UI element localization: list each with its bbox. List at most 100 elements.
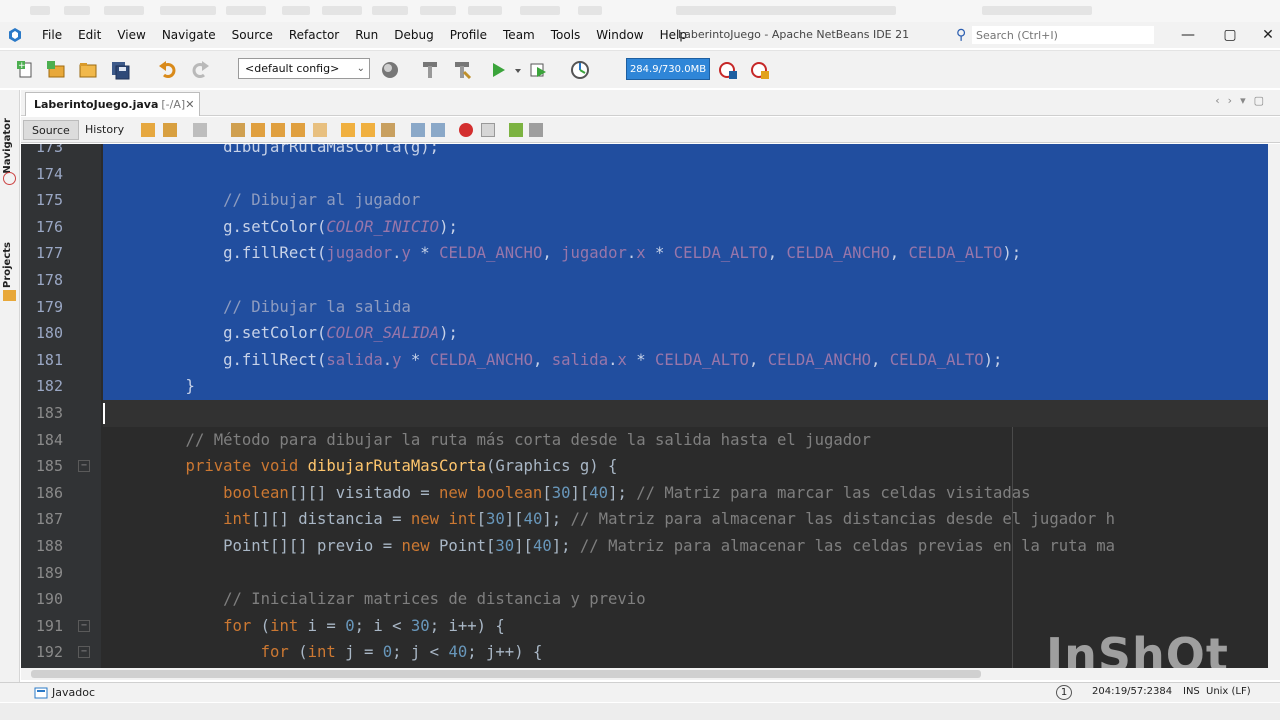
code-line[interactable]: 177 g.fillRect(jugador.y * CELDA_ANCHO, … <box>21 240 1268 267</box>
menu-debug[interactable]: Debug <box>386 22 441 48</box>
code-token: 30 <box>410 616 430 635</box>
netbeans-window: File Edit View Navigate Source Refactor … <box>0 0 1280 720</box>
find-next-icon[interactable] <box>271 123 285 137</box>
memory-indicator[interactable]: 284.9/730.0MB <box>626 58 710 80</box>
uncomment-icon[interactable] <box>529 123 543 137</box>
toggle-rect-selection-icon[interactable] <box>313 123 327 137</box>
menu-team[interactable]: Team <box>495 22 543 48</box>
javadoc-tab[interactable]: Javadoc <box>34 686 95 699</box>
scroll-thumb[interactable] <box>31 670 981 678</box>
new-file-icon[interactable]: + <box>14 59 38 81</box>
code-line[interactable]: 187 int[][] distancia = new int[30][40];… <box>21 506 1268 533</box>
menu-file[interactable]: File <box>34 22 70 48</box>
build-icon[interactable] <box>418 59 442 81</box>
code-token: [ <box>542 483 552 502</box>
code-line[interactable]: 183 <box>21 400 1268 427</box>
find-previous-icon[interactable] <box>251 123 265 137</box>
code-line[interactable]: 190 // Inicializar matrices de distancia… <box>21 586 1268 613</box>
stop-macro-icon[interactable] <box>481 123 495 137</box>
menu-navigate[interactable]: Navigate <box>154 22 224 48</box>
previous-bookmark-icon[interactable] <box>341 123 355 137</box>
javadoc-icon <box>34 687 48 698</box>
comment-icon[interactable] <box>509 123 523 137</box>
menu-source[interactable]: Source <box>224 22 281 48</box>
tab-history[interactable]: History <box>77 120 132 140</box>
code-line[interactable]: 175 // Dibujar al jugador <box>21 187 1268 214</box>
menu-tools[interactable]: Tools <box>543 22 589 48</box>
code-token: ( <box>298 643 308 662</box>
code-line[interactable]: 179 // Dibujar la salida <box>21 293 1268 321</box>
code-editor[interactable]: 173 dibujarRutaMasCorta(g); 174 175 // Di… <box>21 144 1268 668</box>
code-line[interactable]: 174 <box>21 160 1268 188</box>
navigator-tab[interactable]: Navigator <box>2 118 13 174</box>
code-line[interactable]: 185 − private void dibujarRutaMasCorta(Gr… <box>21 453 1268 480</box>
menu-view[interactable]: View <box>109 22 153 48</box>
menu-run[interactable]: Run <box>347 22 386 48</box>
close-window-button[interactable]: ✕ <box>1248 22 1280 48</box>
search-box[interactable]: ⚲ <box>956 25 1164 45</box>
code-line[interactable]: 189 <box>21 560 1268 587</box>
tab-source[interactable]: Source <box>23 120 79 140</box>
fold-toggle-icon[interactable]: − <box>78 460 90 473</box>
gc-icon[interactable] <box>716 59 740 81</box>
code-line[interactable]: 176 g.setColor(COLOR_INICIO); <box>21 213 1268 241</box>
minimize-button[interactable]: — <box>1168 22 1208 48</box>
next-bookmark-icon[interactable] <box>361 123 375 137</box>
vertical-scrollbar[interactable] <box>1268 144 1280 668</box>
code-line[interactable]: 182 } <box>21 373 1268 400</box>
editor-tab-laberintojuego[interactable]: LaberintoJuego.java [-/A] ✕ <box>25 92 200 116</box>
code-token: . <box>626 244 637 263</box>
code-text: g.setColor(COLOR_SALIDA); <box>148 320 458 347</box>
code-line[interactable]: 178 <box>21 267 1268 294</box>
shift-right-icon[interactable] <box>431 123 445 137</box>
stop-icon[interactable] <box>748 59 772 81</box>
code-line[interactable]: 184 // Método para dibujar la ruta más c… <box>21 427 1268 454</box>
redo-icon[interactable] <box>188 59 212 81</box>
config-select[interactable]: <default config> ⌄ <box>238 58 370 79</box>
menu-refactor[interactable]: Refactor <box>281 22 347 48</box>
open-project-icon[interactable] <box>76 59 100 81</box>
code-token: ]; <box>542 510 571 529</box>
search-icon: ⚲ <box>956 27 967 43</box>
search-input[interactable] <box>972 26 1154 44</box>
projects-tab[interactable]: Projects <box>2 242 13 288</box>
undo-icon[interactable] <box>156 59 180 81</box>
start-macro-icon[interactable] <box>459 123 473 137</box>
code-line[interactable]: 186 boolean[][] visitado = new boolean[3… <box>21 480 1268 507</box>
fold-toggle-icon[interactable]: − <box>78 646 90 659</box>
toggle-highlight-icon[interactable] <box>291 123 305 137</box>
line-number: 178 <box>35 271 63 289</box>
close-tab-icon[interactable]: ✕ <box>185 98 194 111</box>
fold-toggle-icon[interactable]: − <box>78 619 90 632</box>
save-all-icon[interactable] <box>108 59 132 81</box>
menu-window[interactable]: Window <box>588 22 651 48</box>
notifications-badge[interactable]: 1 <box>1056 685 1072 700</box>
code-token: private void <box>148 457 308 476</box>
forward-icon[interactable] <box>193 123 207 137</box>
menu-edit[interactable]: Edit <box>70 22 109 48</box>
code-token: ); <box>1002 244 1022 263</box>
line-number: 183 <box>35 404 63 422</box>
toggle-bookmark-icon[interactable] <box>381 123 395 137</box>
text-caret <box>103 403 105 424</box>
new-project-icon[interactable] <box>44 59 68 81</box>
find-selection-icon[interactable] <box>231 123 245 137</box>
code-line[interactable]: 173 dibujarRutaMasCorta(g); <box>21 144 1268 161</box>
code-line[interactable]: 181 g.fillRect(salida.y * CELDA_ANCHO, s… <box>21 346 1268 374</box>
code-line[interactable]: 180 g.setColor(COLOR_SALIDA); <box>21 320 1268 347</box>
code-token: , <box>889 244 909 263</box>
tab-nav-arrows[interactable]: ‹›▾▢ <box>1215 94 1272 107</box>
last-edit-icon[interactable] <box>141 123 155 137</box>
maximize-button[interactable]: ▢ <box>1210 22 1250 48</box>
profile-icon[interactable] <box>568 59 592 81</box>
line-number: 176 <box>35 217 63 236</box>
shift-left-icon[interactable] <box>411 123 425 137</box>
code-token: ; i++) { <box>429 616 505 635</box>
debug-icon[interactable] <box>526 59 550 81</box>
horizontal-scrollbar[interactable] <box>21 668 1280 680</box>
back-icon[interactable] <box>163 123 177 137</box>
clean-build-icon[interactable] <box>450 59 474 81</box>
globe-icon[interactable] <box>378 59 402 81</box>
code-line[interactable]: 188 Point[][] previo = new Point[30][40]… <box>21 533 1268 560</box>
menu-profile[interactable]: Profile <box>442 22 495 48</box>
